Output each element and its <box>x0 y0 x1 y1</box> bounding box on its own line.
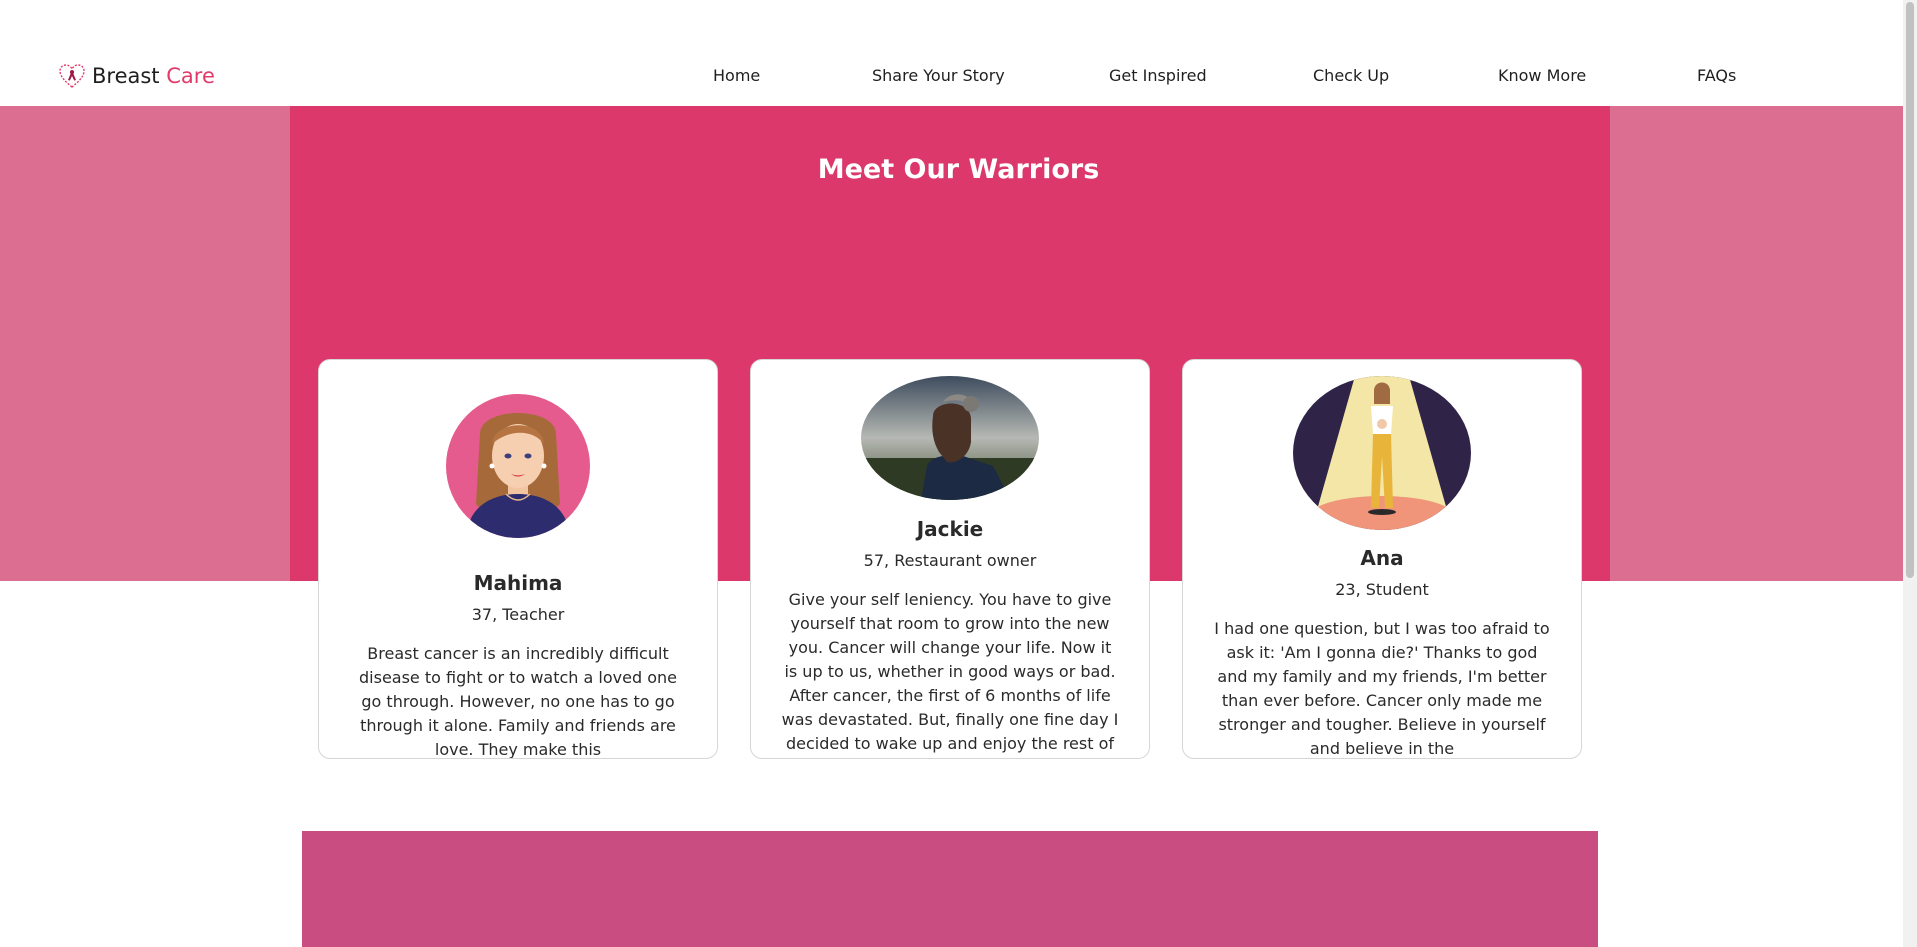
avatar-ana <box>1293 376 1471 530</box>
page-scrollbar[interactable] <box>1903 0 1917 947</box>
nav-check-up[interactable]: Check Up <box>1313 66 1389 85</box>
card-story: Breast cancer is an incredibly difficult… <box>359 644 677 759</box>
warrior-card-mahima: Mahima 37, Teacher Breast cancer is an i… <box>318 359 718 759</box>
warrior-card-ana: Ana 23, Student I had one question, but … <box>1182 359 1582 759</box>
card-story: Give your self leniency. You have to giv… <box>781 590 1119 753</box>
avatar-mahima <box>446 394 590 538</box>
brand-name: Breast Care <box>92 64 215 88</box>
brand-logo[interactable]: Breast Care <box>58 62 215 90</box>
card-meta: 57, Restaurant owner <box>863 551 1037 570</box>
card-name: Ana <box>1360 546 1404 570</box>
card-meta: 37, Teacher <box>471 605 565 624</box>
scrollbar-thumb[interactable] <box>1906 2 1914 578</box>
nav-faqs[interactable]: FAQs <box>1697 66 1736 85</box>
site-header: Breast Care Home Share Your Story Get In… <box>0 0 1903 106</box>
page: Breast Care Home Share Your Story Get In… <box>0 0 1917 947</box>
section-title: Meet Our Warriors <box>817 154 1100 185</box>
next-section-block <box>302 831 1598 947</box>
warrior-card-jackie: Jackie 57, Restaurant owner Give your se… <box>750 359 1150 759</box>
card-name: Jackie <box>916 517 984 541</box>
heart-ribbon-icon <box>58 62 86 90</box>
nav-home[interactable]: Home <box>713 66 760 85</box>
nav-get-inspired[interactable]: Get Inspired <box>1109 66 1207 85</box>
avatar-jackie <box>861 376 1039 500</box>
nav-share-your-story[interactable]: Share Your Story <box>872 66 1005 85</box>
card-meta: 23, Student <box>1335 580 1429 599</box>
card-name: Mahima <box>473 571 563 595</box>
nav-know-more[interactable]: Know More <box>1498 66 1586 85</box>
card-story: I had one question, but I was too afraid… <box>1214 619 1550 758</box>
